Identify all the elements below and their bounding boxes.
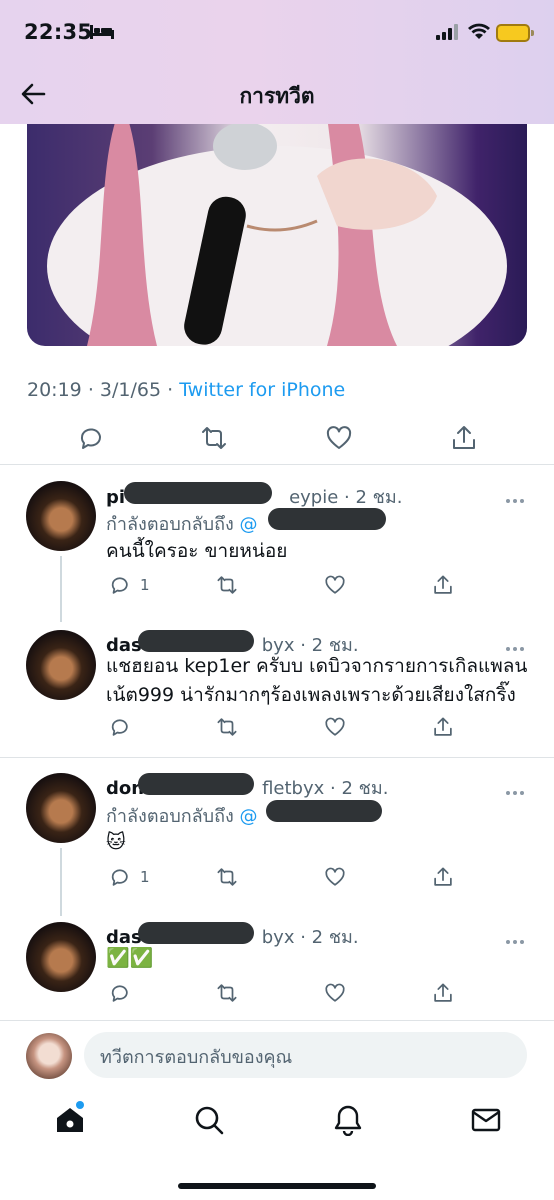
redacted-username: [138, 630, 254, 652]
divider: [0, 464, 554, 465]
reply-count: 1: [140, 576, 150, 594]
messages-icon[interactable]: [470, 1104, 502, 1136]
share-icon[interactable]: [450, 424, 478, 452]
like-icon[interactable]: [325, 424, 353, 452]
replying-to: กำลังตอบกลับถึง @: [106, 514, 258, 535]
replying-to: กำลังตอบกลับถึง @: [106, 806, 258, 827]
thread-line: [60, 556, 62, 622]
tweet-media-image[interactable]: [27, 116, 527, 346]
retweet-icon[interactable]: [216, 574, 238, 596]
more-options-icon[interactable]: [506, 929, 528, 944]
divider: [0, 1020, 554, 1021]
avatar[interactable]: [26, 481, 96, 551]
reply-text: ✅✅: [106, 947, 154, 969]
reply-text: คนนี้ใครอะ ขายหน่อย: [106, 540, 288, 562]
top-bar: 22:35 การทวีต: [0, 0, 554, 124]
battery-icon: [496, 24, 530, 42]
tweet-action-bar: [0, 420, 554, 460]
reply-text: 🐱: [106, 831, 126, 853]
avatar[interactable]: [26, 773, 96, 843]
like-icon[interactable]: [324, 982, 346, 1004]
status-bar: 22:35: [0, 0, 554, 66]
reply-icon[interactable]: [76, 424, 104, 452]
cellular-signal-icon: [436, 24, 458, 40]
redacted-username: [138, 922, 254, 944]
reply-count: 1: [140, 868, 150, 886]
more-options-icon[interactable]: [506, 636, 528, 651]
reply-text-line-2: เน้ต999 น่ารักมากๆร้องเพลงเพราะด้วยเสียง…: [106, 684, 516, 706]
tweet-time: 20:19: [27, 379, 82, 401]
share-icon[interactable]: [432, 574, 454, 596]
redacted-handle: [266, 800, 382, 822]
notifications-icon[interactable]: [332, 1104, 364, 1136]
like-icon[interactable]: [324, 574, 346, 596]
more-options-icon[interactable]: [506, 488, 528, 503]
redacted-username: [124, 482, 272, 504]
reply-icon[interactable]: [108, 866, 130, 888]
retweet-icon[interactable]: [216, 716, 238, 738]
meta-separator: ·: [87, 379, 94, 401]
like-icon[interactable]: [324, 866, 346, 888]
share-icon[interactable]: [432, 866, 454, 888]
more-options-icon[interactable]: [506, 780, 528, 795]
retweet-icon[interactable]: [200, 424, 228, 452]
navigation-bar: การทวีต: [0, 66, 554, 124]
reply-icon[interactable]: [108, 716, 130, 738]
user-avatar[interactable]: [26, 1033, 72, 1079]
retweet-icon[interactable]: [216, 982, 238, 1004]
avatar[interactable]: [26, 922, 96, 992]
divider: [0, 757, 554, 758]
reply-icon[interactable]: [108, 574, 130, 596]
avatar[interactable]: [26, 630, 96, 700]
home-notification-dot: [76, 1101, 84, 1109]
battery-nub: [531, 30, 534, 36]
thread-line: [60, 848, 62, 916]
tweet-date: 3/1/65: [99, 379, 162, 401]
status-time: 22:35: [24, 20, 93, 44]
sleep-mode-icon: [90, 25, 114, 39]
tweet-timestamp: 20:19 · 3/1/65 · Twitter for iPhone: [27, 379, 345, 401]
like-icon[interactable]: [324, 716, 346, 738]
redacted-username: [138, 773, 254, 795]
tweet-source-link[interactable]: Twitter for iPhone: [179, 379, 345, 401]
page-title: การทวีต: [239, 84, 315, 108]
share-icon[interactable]: [432, 716, 454, 738]
search-icon[interactable]: [193, 1104, 225, 1136]
reply-composer-input[interactable]: ทวีตการตอบกลับของคุณ: [84, 1032, 527, 1078]
home-indicator: [178, 1183, 376, 1189]
wifi-icon: [468, 23, 490, 39]
retweet-icon[interactable]: [216, 866, 238, 888]
reply-text-line-1: แชฮยอน kep1er ครับบ เดบิวจากรายการเกิลแพ…: [106, 655, 528, 677]
share-icon[interactable]: [432, 982, 454, 1004]
tweet-photo: [47, 116, 507, 346]
redacted-handle: [268, 508, 386, 530]
reply-icon[interactable]: [108, 982, 130, 1004]
meta-separator: ·: [167, 379, 174, 401]
